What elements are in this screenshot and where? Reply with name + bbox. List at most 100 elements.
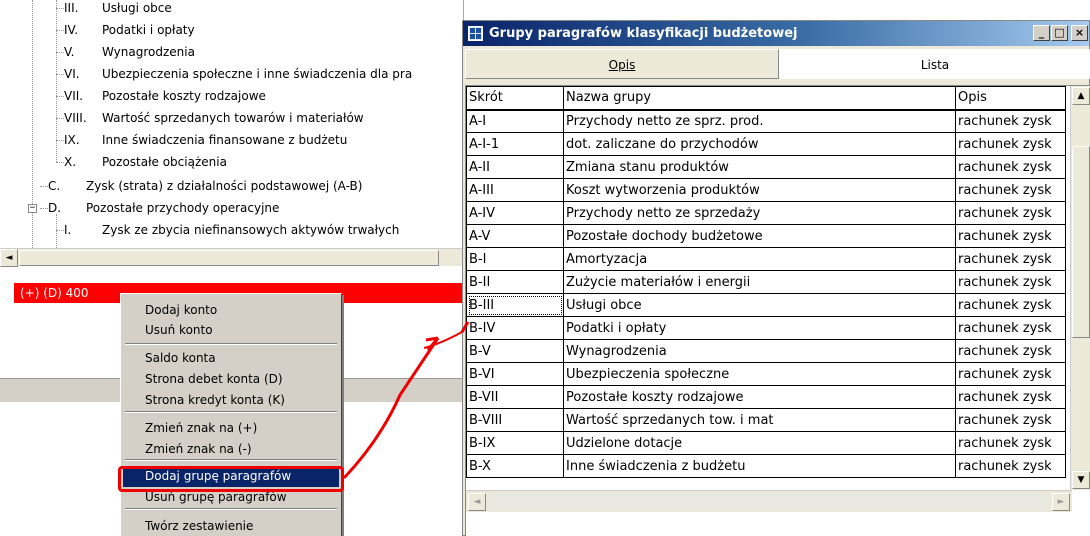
scroll-left-button[interactable]: ◄: [468, 493, 486, 511]
table-row[interactable]: A-I-1 dot. zaliczane do przychodów rachune…: [466, 132, 1066, 156]
cell-desc[interactable]: rachunek zysk: [955, 408, 1066, 432]
table-row[interactable]: A-V Pozostałe dochody budżetowe rachunek z…: [466, 224, 1066, 248]
menu-item-account-balance[interactable]: Saldo konta: [123, 348, 339, 369]
cell-desc[interactable]: rachunek zysk: [955, 155, 1066, 179]
cell-code[interactable]: B-VII: [466, 385, 564, 409]
cell-name[interactable]: Pozostałe koszty rodzajowe: [563, 385, 956, 409]
cell-code[interactable]: A-V: [466, 224, 564, 248]
cell-desc[interactable]: rachunek zysk: [955, 247, 1066, 271]
cell-name[interactable]: Koszt wytworzenia produktów: [563, 178, 956, 202]
cell-code[interactable]: B-X: [466, 454, 564, 478]
cell-name[interactable]: Inne świadczenia z budżetu: [563, 454, 956, 478]
grid-vertical-scrollbar[interactable]: ▲ ▼: [1070, 86, 1090, 490]
maximize-button[interactable]: □: [1051, 25, 1068, 41]
collapse-icon[interactable]: −: [28, 204, 37, 213]
cell-code[interactable]: B-II: [466, 270, 564, 294]
cell-code[interactable]: B-V: [466, 339, 564, 363]
tree-node[interactable]: VIII. Wartość sprzedanych towarów i mater…: [64, 107, 364, 129]
minimize-button[interactable]: _: [1033, 25, 1050, 41]
column-header-name[interactable]: Nazwa grupy: [563, 86, 956, 111]
cell-desc[interactable]: rachunek zysk: [955, 316, 1066, 340]
tree-node[interactable]: III. Usługi obce: [64, 0, 172, 19]
tree-node[interactable]: IX. Inne świadczenia finansowane z budżet…: [64, 129, 347, 151]
cell-code[interactable]: B-VI: [466, 362, 564, 386]
menu-item-sign-minus[interactable]: Zmień znak na (-): [123, 439, 339, 460]
tab-opis[interactable]: Opis: [465, 49, 779, 79]
table-row[interactable]: A-I Przychody netto ze sprz. prod. rachune…: [466, 109, 1066, 133]
cell-name[interactable]: Wynagrodzenia: [563, 339, 956, 363]
table-row[interactable]: B-VIII Wartość sprzedanych tow. i mat rach…: [466, 408, 1066, 432]
cell-name[interactable]: Amortyzacja: [563, 247, 956, 271]
cell-code[interactable]: B-IX: [466, 431, 564, 455]
scroll-thumb[interactable]: [1072, 146, 1090, 338]
tree-node[interactable]: C. Zysk (strata) z działalności podstawow…: [48, 175, 362, 197]
scroll-right-button[interactable]: ►: [1052, 493, 1070, 511]
menu-item-remove-account[interactable]: Usuń konto: [123, 320, 339, 341]
cell-desc[interactable]: rachunek zysk: [955, 431, 1066, 455]
scroll-track[interactable]: [488, 493, 1048, 511]
menu-item-create-report[interactable]: Twórz zestawienie: [123, 516, 339, 536]
table-row[interactable]: B-IX Udzielone dotacje rachunek zysk: [466, 431, 1066, 455]
table-row[interactable]: B-I Amortyzacja rachunek zysk: [466, 247, 1066, 271]
table-row[interactable]: A-III Koszt wytworzenia produktów rachunek…: [466, 178, 1066, 202]
table-row[interactable]: B-III Usługi obce rachunek zysk: [466, 293, 1066, 317]
cell-name[interactable]: Podatki i opłaty: [563, 316, 956, 340]
cell-code[interactable]: B-VIII: [466, 408, 564, 432]
cell-desc[interactable]: rachunek zysk: [955, 270, 1066, 294]
cell-name[interactable]: Ubezpieczenia społeczne: [563, 362, 956, 386]
cell-name[interactable]: Zużycie materiałów i energii: [563, 270, 956, 294]
cell-code[interactable]: B-IV: [466, 316, 564, 340]
menu-item-add-account[interactable]: Dodaj konto: [123, 300, 339, 321]
tree-node[interactable]: V. Wynagrodzenia: [64, 41, 195, 63]
cell-code[interactable]: A-III: [466, 178, 564, 202]
column-header-code[interactable]: Skrót: [466, 86, 564, 111]
tree-node[interactable]: I. Zysk ze zbycia niefinansowych aktywów …: [64, 219, 399, 241]
cell-desc[interactable]: rachunek zysk: [955, 454, 1066, 478]
table-row[interactable]: B-II Zużycie materiałów i energii rachunek…: [466, 270, 1066, 294]
cell-code[interactable]: B-I: [466, 247, 564, 271]
cell-desc[interactable]: rachunek zysk: [955, 132, 1066, 156]
column-header-desc[interactable]: Opis: [955, 86, 1066, 111]
tree-node[interactable]: X. Pozostałe obciążenia: [64, 151, 227, 173]
cell-desc[interactable]: rachunek zysk: [955, 385, 1066, 409]
menu-item-debit-side[interactable]: Strona debet konta (D): [123, 369, 339, 390]
tree-horizontal-scrollbar[interactable]: ◄: [0, 248, 464, 267]
cell-desc[interactable]: rachunek zysk: [955, 178, 1066, 202]
cell-code[interactable]: A-II: [466, 155, 564, 179]
dialog-titlebar[interactable]: Grupy paragrafów klasyfikacji budżetowej…: [463, 21, 1089, 46]
menu-item-credit-side[interactable]: Strona kredyt konta (K): [123, 390, 339, 411]
table-row[interactable]: B-VI Ubezpieczenia społeczne rachunek zysk: [466, 362, 1066, 386]
cell-name[interactable]: Przychody netto ze sprzedaży: [563, 201, 956, 225]
cell-name[interactable]: dot. zaliczane do przychodów: [563, 132, 956, 156]
cell-desc[interactable]: rachunek zysk: [955, 224, 1066, 248]
table-row[interactable]: B-X Inne świadczenia z budżetu rachunek zy…: [466, 454, 1066, 478]
scroll-thumb[interactable]: [19, 250, 439, 266]
table-row[interactable]: A-IV Przychody netto ze sprzedaży rachunek…: [466, 201, 1066, 225]
scroll-down-button[interactable]: ▼: [1072, 471, 1090, 489]
cell-desc[interactable]: rachunek zysk: [955, 293, 1066, 317]
tree-node[interactable]: VII. Pozostałe koszty rodzajowe: [64, 85, 266, 107]
cell-code[interactable]: A-I-1: [466, 132, 564, 156]
cell-desc[interactable]: rachunek zysk: [955, 362, 1066, 386]
cell-name[interactable]: Usługi obce: [563, 293, 956, 317]
tree-node[interactable]: VI. Ubezpieczenia społeczne i inne świadc…: [64, 63, 412, 85]
cell-desc[interactable]: rachunek zysk: [955, 201, 1066, 225]
scroll-left-button[interactable]: ◄: [0, 249, 18, 267]
cell-desc[interactable]: rachunek zysk: [955, 339, 1066, 363]
menu-item-sign-plus[interactable]: Zmień znak na (+): [123, 418, 339, 439]
table-row[interactable]: A-II Zmiana stanu produktów rachunek zysk: [466, 155, 1066, 179]
tab-lista[interactable]: Lista: [779, 49, 1090, 79]
cell-name[interactable]: Przychody netto ze sprz. prod.: [563, 109, 956, 133]
table-row[interactable]: B-VII Pozostałe koszty rodzajowe rachunek …: [466, 385, 1066, 409]
grid-horizontal-scrollbar[interactable]: ◄ ►: [466, 490, 1072, 512]
close-button[interactable]: ×: [1071, 25, 1088, 41]
cell-name[interactable]: Udzielone dotacje: [563, 431, 956, 455]
cell-name[interactable]: Wartość sprzedanych tow. i mat: [563, 408, 956, 432]
tree-node[interactable]: IV. Podatki i opłaty: [64, 19, 195, 41]
scroll-up-button[interactable]: ▲: [1072, 87, 1090, 105]
table-row[interactable]: B-V Wynagrodzenia rachunek zysk: [466, 339, 1066, 363]
cell-desc[interactable]: rachunek zysk: [955, 109, 1066, 133]
table-row[interactable]: B-IV Podatki i opłaty rachunek zysk: [466, 316, 1066, 340]
tree-node[interactable]: D. Pozostałe przychody operacyjne: [48, 197, 279, 219]
cell-code[interactable]: A-IV: [466, 201, 564, 225]
